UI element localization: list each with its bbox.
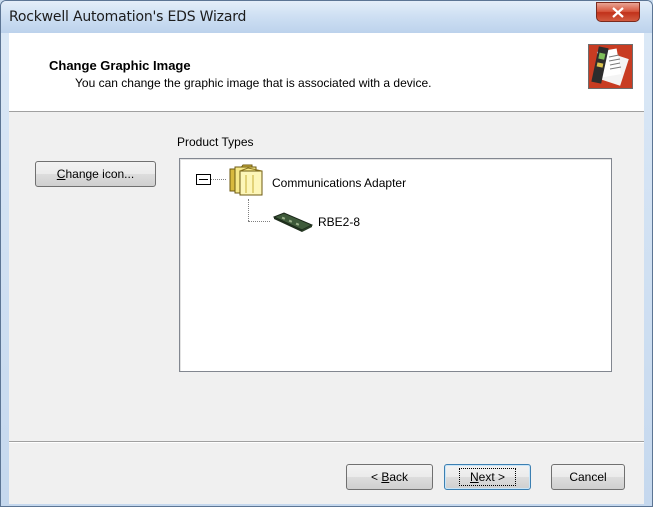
tree-connector	[211, 179, 226, 180]
close-button[interactable]	[596, 2, 640, 22]
next-accelerator: N	[469, 470, 479, 484]
device-module-icon	[272, 211, 314, 238]
next-button[interactable]: Next >	[444, 464, 531, 490]
eds-wizard-window: Rockwell Automation's EDS Wizard Change …	[0, 0, 653, 507]
close-icon	[612, 7, 624, 18]
dialog-body: Change Graphic Image You can change the …	[9, 33, 644, 504]
collapse-toggle[interactable]	[196, 174, 211, 185]
change-icon-button[interactable]: Change icon...	[35, 161, 156, 187]
next-focus-rect: Next >	[458, 468, 517, 486]
cancel-button[interactable]: Cancel	[551, 464, 625, 490]
next-label: ext >	[478, 470, 506, 484]
window-title: Rockwell Automation's EDS Wizard	[9, 9, 247, 25]
footer-separator	[9, 441, 644, 443]
back-label: ack	[389, 470, 409, 484]
tree-item-rbe2-8[interactable]: RBE2-8	[318, 215, 360, 229]
product-types-label: Product Types	[177, 135, 254, 149]
change-icon-label: hange icon...	[65, 167, 135, 181]
folder-icon	[226, 161, 266, 202]
product-types-tree[interactable]: Communications Adapter RBE2-8	[179, 158, 612, 372]
wizard-header: Change Graphic Image You can change the …	[9, 33, 644, 112]
page-subtitle: You can change the graphic image that is…	[75, 76, 432, 90]
tree-connector	[248, 199, 249, 221]
tree-connector	[248, 221, 270, 222]
wizard-graphic-icon	[588, 44, 633, 89]
page-title: Change Graphic Image	[49, 58, 191, 73]
back-button[interactable]: < Back	[346, 464, 433, 490]
tree-item-communications-adapter[interactable]: Communications Adapter	[272, 176, 406, 190]
title-bar[interactable]: Rockwell Automation's EDS Wizard	[1, 1, 652, 33]
back-prefix: <	[370, 470, 382, 484]
